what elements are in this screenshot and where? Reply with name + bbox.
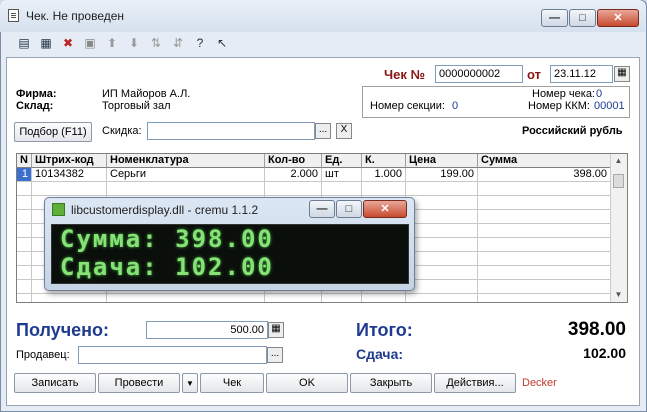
post-button[interactable]: Провести — [98, 373, 180, 393]
window-title: Чек. Не проведен — [26, 9, 125, 23]
calendar-button[interactable]: ▦ — [614, 66, 630, 82]
scroll-thumb[interactable] — [613, 174, 624, 188]
date-label: от — [527, 67, 541, 82]
section-value: 0 — [452, 100, 459, 112]
seller-browse-button[interactable]: ... — [267, 347, 283, 363]
firm-value: ИП Майоров А.Л. — [102, 88, 191, 100]
lcd-display: Сумма: 398.00 Сдача: 102.00 — [51, 224, 409, 284]
copy-row-icon[interactable]: ▦ — [38, 35, 54, 51]
lcd-line-change: Сдача: 102.00 — [60, 253, 274, 281]
kkm-label: Номер ККМ: — [528, 100, 590, 112]
document-icon — [8, 9, 19, 22]
total-label: Итого: — [356, 320, 413, 340]
customer-display-window[interactable]: libcustomerdisplay.dll - cremu 1.1.2 — □… — [44, 197, 415, 291]
minimize-button[interactable]: — — [541, 9, 568, 27]
column-header[interactable]: К. — [362, 154, 406, 168]
barcode-cell: 10134382 — [32, 168, 107, 182]
sum-cell: 398.00 — [478, 168, 611, 182]
sort-asc-icon[interactable]: ⇅ — [148, 35, 164, 51]
help-icon[interactable]: ? — [192, 35, 208, 51]
unit-cell: шт — [322, 168, 362, 182]
close-icon: ✕ — [613, 12, 623, 24]
currency-label: Российский рубль — [522, 125, 623, 137]
minimize-icon: — — [316, 203, 328, 215]
sort-desc-icon[interactable]: ⇵ — [170, 35, 186, 51]
move-down-icon[interactable]: ⬇ — [126, 35, 142, 51]
discount-browse-button[interactable]: ... — [315, 123, 331, 139]
scroll-down-icon[interactable]: ▼ — [613, 290, 624, 300]
maximize-icon: □ — [579, 12, 586, 24]
receipt-number-value: 0 — [596, 88, 603, 100]
item-cell: Серьги — [107, 168, 265, 182]
kkm-value: 00001 — [594, 100, 625, 112]
popup-title: libcustomerdisplay.dll - cremu 1.1.2 — [71, 203, 259, 217]
close-form-button[interactable]: Закрыть — [350, 373, 432, 393]
column-header[interactable]: Ед. — [322, 154, 362, 168]
add-row-icon[interactable]: ▤ — [16, 35, 32, 51]
move-up-icon[interactable]: ⬆ — [104, 35, 120, 51]
grid-line — [477, 182, 478, 302]
actions-button[interactable]: Действия... — [434, 373, 516, 393]
warehouse-value: Торговый зал — [102, 100, 171, 112]
section-label: Номер секции: — [370, 100, 445, 112]
scroll-up-icon[interactable]: ▲ — [613, 156, 624, 166]
selection-button[interactable]: Подбор (F11) — [14, 122, 92, 142]
calendar-icon: ▦ — [617, 67, 627, 78]
check-button[interactable]: Чек — [200, 373, 264, 393]
column-header[interactable]: Кол-во — [265, 154, 322, 168]
close-icon: ✕ — [380, 203, 390, 215]
write-button[interactable]: Записать — [14, 373, 96, 393]
title-bar[interactable]: Чек. Не проведен — □ ✕ — [0, 0, 645, 32]
seller-field[interactable] — [78, 346, 267, 364]
popup-maximize-button[interactable]: □ — [336, 200, 362, 218]
total-value: 398.00 — [567, 319, 626, 340]
firm-label: Фирма: — [16, 88, 57, 100]
change-value: 102.00 — [583, 345, 626, 361]
date-field[interactable]: 23.11.12 — [550, 65, 613, 83]
lcd-line-sum: Сумма: 398.00 — [60, 225, 274, 253]
discount-clear-button[interactable]: X — [336, 123, 352, 139]
column-header[interactable]: Цена — [406, 154, 478, 168]
discount-label: Скидка: — [102, 125, 142, 137]
maximize-icon: □ — [345, 203, 353, 215]
change-label: Сдача: — [356, 346, 404, 362]
user-label: Decker — [522, 377, 557, 389]
grid-line — [31, 182, 32, 302]
chevron-down-icon: ▼ — [186, 379, 194, 388]
table-scrollbar[interactable]: ▲ ▼ — [610, 154, 627, 302]
check-number-label: Чек № — [384, 67, 425, 82]
display-app-icon — [52, 203, 65, 216]
toolbar: ▤ ▦ ✖ ▣ ⬆ ⬇ ⇅ ⇵ ? ↖ — [6, 33, 640, 55]
close-button[interactable]: ✕ — [597, 9, 639, 27]
coefficient-cell: 1.000 — [362, 168, 406, 182]
post-dropdown-button[interactable]: ▼ — [182, 373, 198, 393]
warehouse-label: Склад: — [16, 100, 54, 112]
edit-row-icon[interactable]: ▣ — [82, 35, 98, 51]
ok-button[interactable]: OK — [266, 373, 348, 393]
quantity-cell: 2.000 — [265, 168, 322, 182]
maximize-button[interactable]: □ — [569, 9, 596, 27]
check-number-field[interactable]: 0000000002 — [435, 65, 523, 83]
context-help-icon[interactable]: ↖ — [214, 35, 230, 51]
received-label: Получено: — [16, 320, 110, 340]
popup-close-button[interactable]: ✕ — [363, 200, 407, 218]
received-field[interactable]: 500.00 — [146, 321, 268, 339]
calculator-icon: ▦ — [271, 323, 281, 334]
column-header[interactable]: N — [17, 154, 32, 168]
discount-field[interactable] — [147, 122, 315, 140]
column-header[interactable]: Штрих-код — [32, 154, 107, 168]
column-header[interactable]: Номенклатура — [107, 154, 265, 168]
calculator-button[interactable]: ▦ — [268, 322, 284, 338]
price-cell: 199.00 — [406, 168, 478, 182]
row-number: 1 — [17, 168, 32, 182]
popup-minimize-button[interactable]: — — [309, 200, 335, 218]
delete-row-icon[interactable]: ✖ — [60, 35, 76, 51]
receipt-number-label: Номер чека: — [532, 88, 595, 100]
seller-label: Продавец: — [16, 349, 70, 361]
minimize-icon: — — [549, 12, 560, 24]
column-header[interactable]: Сумма — [478, 154, 611, 168]
